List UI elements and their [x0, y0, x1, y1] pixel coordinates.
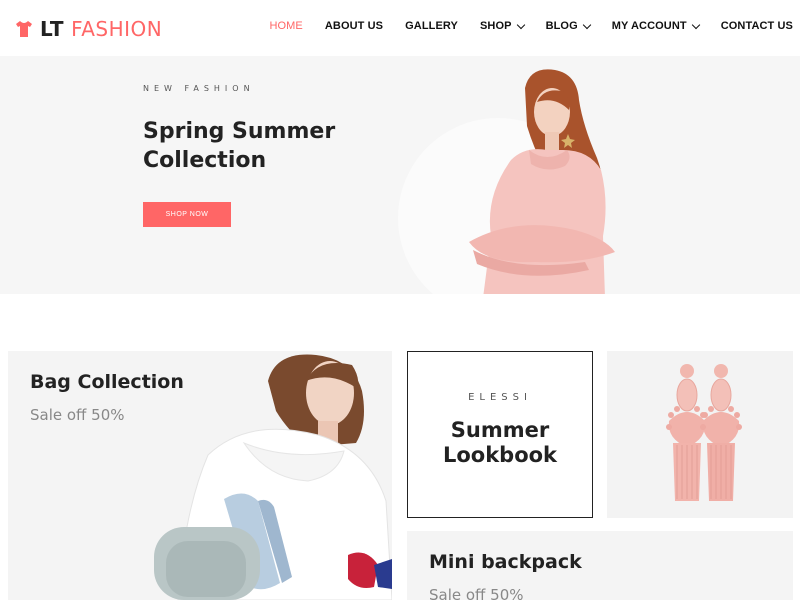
hero-banner: NEW FASHION Spring Summer Collection SHO…	[0, 56, 800, 294]
nav-item-label: GALLERY	[405, 20, 458, 32]
shop-now-button[interactable]: SHOP NOW	[143, 202, 231, 227]
hero-title: Spring Summer Collection	[143, 119, 336, 173]
site-logo[interactable]: LT FASHION	[14, 16, 162, 42]
earring-banner[interactable]	[607, 351, 793, 518]
logo-prefix: LT	[40, 17, 65, 41]
hero-model-image	[469, 69, 615, 294]
earring-image	[666, 364, 742, 501]
bag-model-image	[154, 354, 392, 600]
chevron-down-icon	[691, 20, 700, 29]
nav-item-label: ABOUT US	[324, 20, 384, 32]
bag-collection-banner[interactable]: Bag Collection Sale off 50%	[8, 351, 392, 600]
nav-item-shop[interactable]: SHOP	[479, 20, 525, 32]
summer-lookbook-banner[interactable]: ELESSI Summer Lookbook	[407, 351, 593, 518]
bag-collection-subtitle: Sale off 50%	[30, 406, 125, 424]
chevron-down-icon	[582, 20, 591, 29]
nav-item-gallery[interactable]: GALLERY	[405, 20, 458, 32]
nav-item-home[interactable]: HOME	[269, 20, 302, 32]
nav-item-my-account[interactable]: MY ACCOUNT	[611, 20, 700, 32]
nav-item-label: BLOG	[545, 20, 578, 32]
nav-item-label: MY ACCOUNT	[611, 20, 687, 32]
backpack-subtitle: Sale off 50%	[429, 586, 524, 600]
main-nav: HOME ABOUT US GALLERY SHOP BLOG MY ACCOU…	[269, 20, 793, 32]
nav-item-label: HOME	[269, 20, 303, 32]
lookbook-kicker: ELESSI	[468, 392, 532, 403]
hero-kicker: NEW FASHION	[143, 84, 255, 93]
nav-item-contact-us[interactable]: CONTACT US	[721, 20, 793, 32]
tshirt-icon	[16, 21, 32, 37]
nav-item-label: SHOP	[479, 20, 512, 32]
bag-collection-title: Bag Collection	[30, 371, 184, 393]
nav-item-blog[interactable]: BLOG	[545, 20, 591, 32]
chevron-down-icon	[516, 20, 525, 29]
lookbook-title: Summer Lookbook	[442, 418, 558, 467]
nav-item-about-us[interactable]: ABOUT US	[325, 20, 383, 32]
site-header: LT FASHION HOME ABOUT US GALLERY SHOP BL…	[0, 0, 800, 56]
nav-item-label: CONTACT US	[720, 20, 793, 32]
logo-name: FASHION	[71, 17, 163, 41]
mini-backpack-banner[interactable]: Mini backpack Sale off 50%	[407, 531, 793, 600]
backpack-title: Mini backpack	[429, 551, 582, 573]
